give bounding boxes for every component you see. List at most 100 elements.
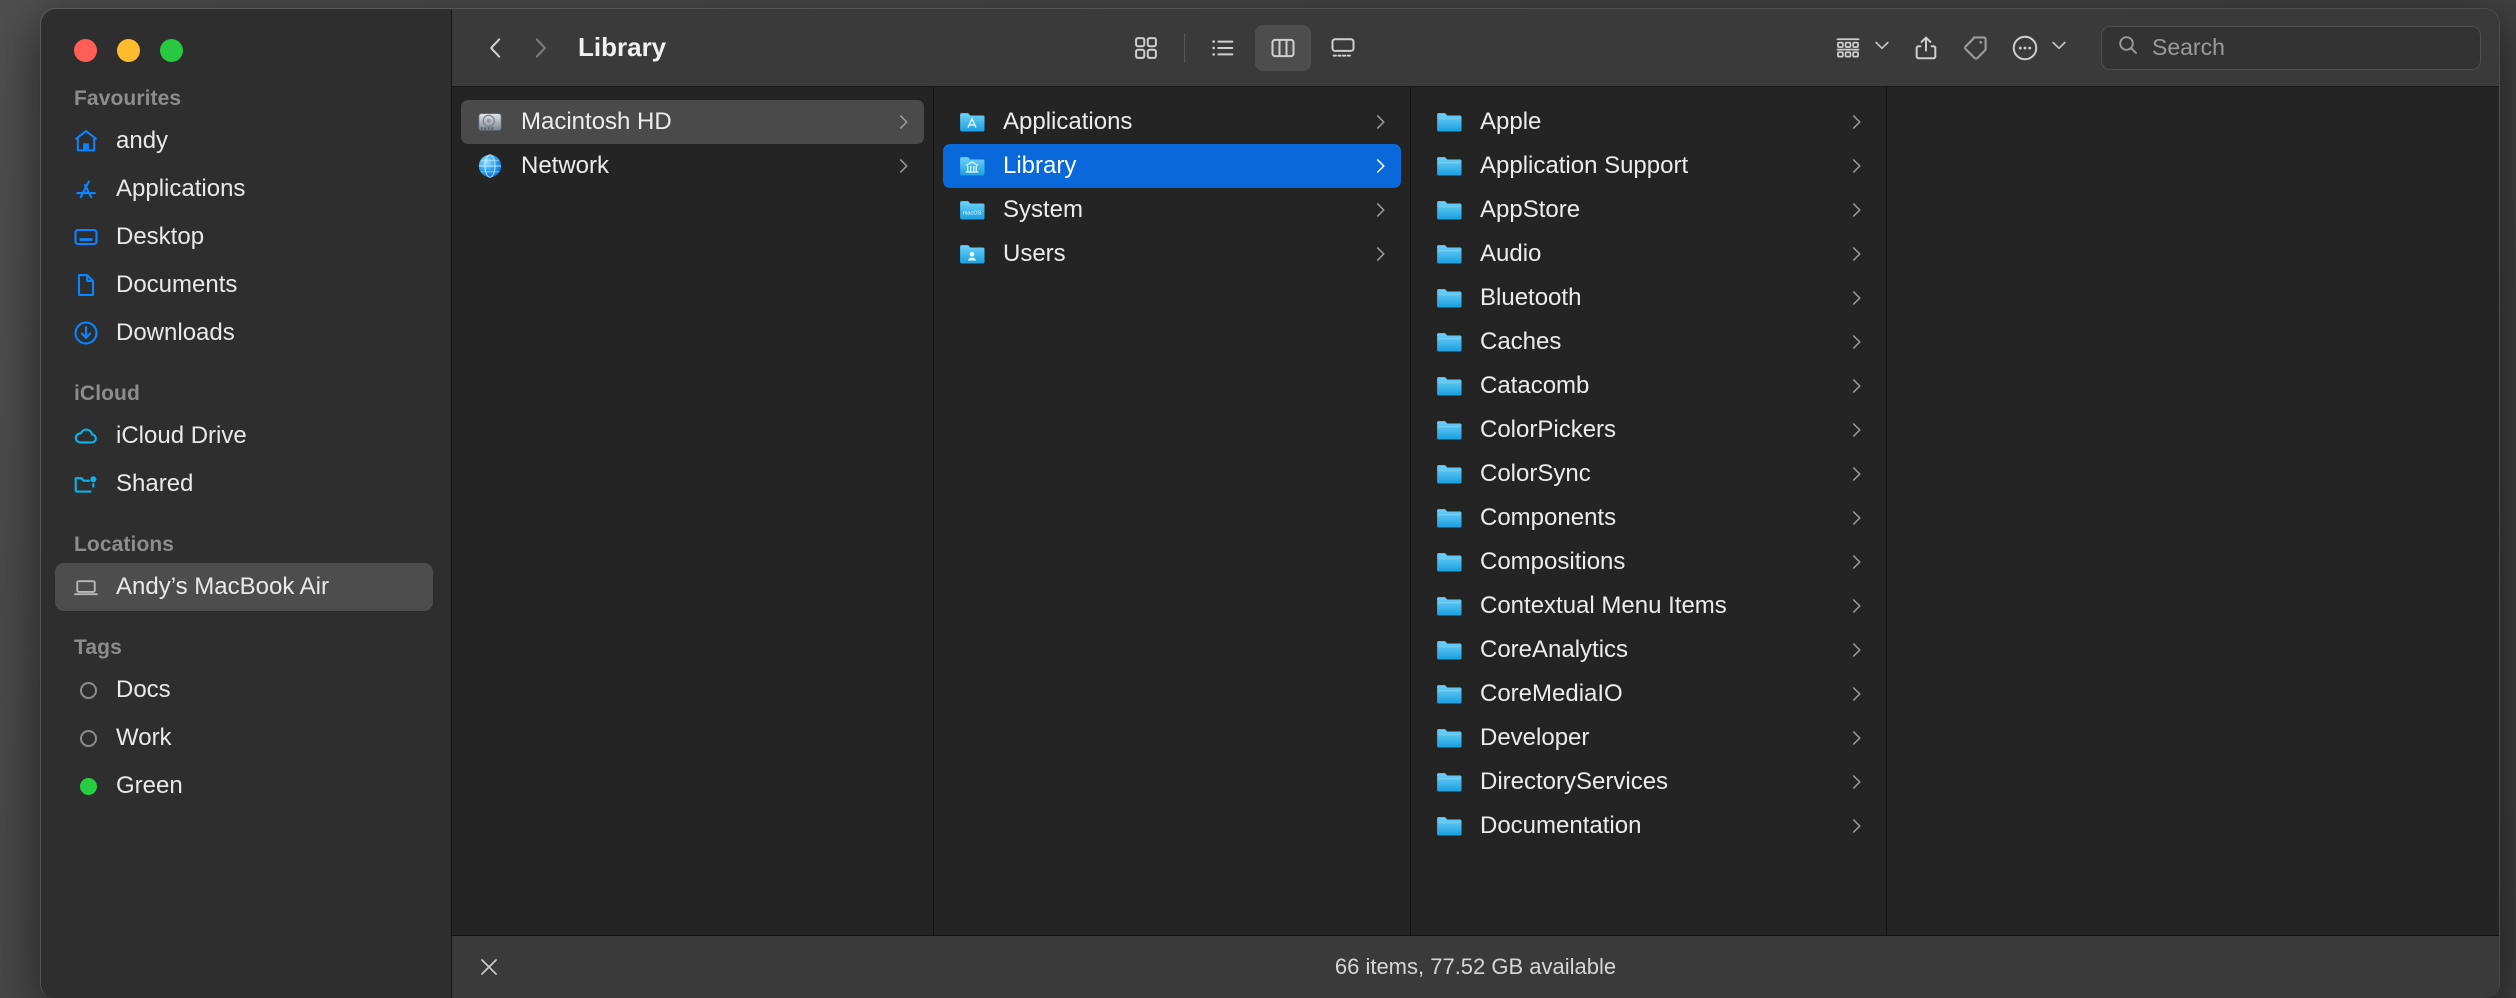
- globe-icon: [475, 151, 505, 181]
- sidebar-item-label: iCloud Drive: [116, 422, 247, 449]
- column-row-label: AppStore: [1480, 196, 1581, 223]
- column-row-label: Bluetooth: [1480, 284, 1582, 311]
- column-view-button[interactable]: [1255, 24, 1312, 71]
- status-bar: 66 items, 77.52 GB available: [452, 936, 2499, 998]
- column-row-audio[interactable]: Audio: [1420, 232, 1877, 276]
- column-row-appstore[interactable]: AppStore: [1420, 188, 1877, 232]
- sidebar-divider-space: [41, 611, 451, 636]
- sidebar-item-label: Shared: [116, 470, 194, 497]
- chevron-right-icon: [1847, 771, 1865, 793]
- column-row-components[interactable]: Components: [1420, 496, 1877, 540]
- chevron-right-icon: [1847, 155, 1865, 177]
- column-row-network[interactable]: Network: [461, 144, 924, 188]
- column-row-label: Documentation: [1480, 812, 1642, 839]
- close-window-button[interactable]: [74, 39, 97, 62]
- column-row-label: CoreMediaIO: [1480, 680, 1623, 707]
- desktop-icon: [72, 223, 100, 251]
- column-row-label: Library: [1003, 152, 1077, 179]
- column-row-coreanalytics[interactable]: CoreAnalytics: [1420, 628, 1877, 672]
- column-row-caches[interactable]: Caches: [1420, 320, 1877, 364]
- column-row-label: Compositions: [1480, 548, 1626, 575]
- add-tags-button[interactable]: [1950, 25, 2000, 71]
- download-icon: [72, 319, 100, 347]
- home-icon: [72, 127, 100, 155]
- column-row-applications[interactable]: Applications: [943, 100, 1401, 144]
- column-row-compositions[interactable]: Compositions: [1420, 540, 1877, 584]
- toolbar-actions: [1823, 25, 2079, 71]
- column-row-catacomb[interactable]: Catacomb: [1420, 364, 1877, 408]
- column-row-label: Audio: [1480, 240, 1542, 267]
- list-view-button[interactable]: [1195, 25, 1251, 71]
- sidebar: Favourites andy Applications Desktop Doc…: [41, 9, 451, 998]
- forward-button[interactable]: [518, 26, 562, 70]
- sidebar-item-andys-macbook-air[interactable]: Andy’s MacBook Air: [55, 563, 433, 611]
- chevron-right-icon: [1847, 507, 1865, 529]
- column-row-contextual-menu-items[interactable]: Contextual Menu Items: [1420, 584, 1877, 628]
- icon-view-button[interactable]: [1118, 25, 1174, 71]
- zoom-window-button[interactable]: [160, 39, 183, 62]
- column-row-coremediaio[interactable]: CoreMediaIO: [1420, 672, 1877, 716]
- column-row-library[interactable]: Library: [943, 144, 1401, 188]
- sidebar-item-documents[interactable]: Documents: [55, 261, 433, 309]
- more-actions-button[interactable]: [2000, 25, 2079, 71]
- chevron-right-icon: [1847, 727, 1865, 749]
- sidebar-item-label: Downloads: [116, 319, 235, 346]
- column-row-documentation[interactable]: Documentation: [1420, 804, 1877, 848]
- sidebar-item-desktop[interactable]: Desktop: [55, 213, 433, 261]
- sidebar-item-shared[interactable]: Shared: [55, 460, 433, 508]
- status-text: 66 items, 77.52 GB available: [1334, 954, 1617, 979]
- column-row-label: Macintosh HD: [521, 108, 672, 135]
- finder-window: Favourites andy Applications Desktop Doc…: [40, 8, 2500, 998]
- gallery-view-button[interactable]: [1315, 25, 1371, 71]
- column-row-label: Network: [521, 152, 610, 179]
- folder-icon: [1434, 107, 1464, 137]
- chevron-right-icon: [1847, 551, 1865, 573]
- column-row-label: Applications: [1003, 108, 1133, 135]
- folder-system-icon: macOS: [957, 195, 987, 225]
- column-row-label: Developer: [1480, 724, 1590, 751]
- column-row-label: Apple: [1480, 108, 1542, 135]
- view-mode-group: [1118, 24, 1371, 71]
- chevron-right-icon: [1847, 683, 1865, 705]
- folder-icon: [1434, 371, 1464, 401]
- column-row-directoryservices[interactable]: DirectoryServices: [1420, 760, 1877, 804]
- close-path-bar-button[interactable]: [476, 954, 502, 980]
- sidebar-item-tag-work[interactable]: Work: [55, 714, 433, 762]
- column-row-developer[interactable]: Developer: [1420, 716, 1877, 760]
- search-placeholder: Search: [2152, 34, 2225, 60]
- folder-icon: [1434, 811, 1464, 841]
- column-row-label: Catacomb: [1480, 372, 1590, 399]
- back-button[interactable]: [474, 26, 518, 70]
- sidebar-item-label: andy: [116, 127, 169, 154]
- folder-icon: [1434, 239, 1464, 269]
- chevron-right-icon: [1847, 331, 1865, 353]
- share-button[interactable]: [1902, 25, 1950, 71]
- folder-apps-icon: [957, 107, 987, 137]
- sidebar-item-downloads[interactable]: Downloads: [55, 309, 433, 357]
- column-row-colorpickers[interactable]: ColorPickers: [1420, 408, 1877, 452]
- column-macintosh-hd: Applications Library macOS System Users: [934, 87, 1411, 935]
- sidebar-item-tag-green[interactable]: Green: [55, 762, 433, 810]
- column-row-application-support[interactable]: Application Support: [1420, 144, 1877, 188]
- sidebar-item-andy[interactable]: andy: [55, 117, 433, 165]
- column-row-colorsync[interactable]: ColorSync: [1420, 452, 1877, 496]
- sidebar-item-label: Green: [116, 772, 183, 799]
- sidebar-item-icloud-drive[interactable]: iCloud Drive: [55, 412, 433, 460]
- minimize-window-button[interactable]: [117, 39, 140, 62]
- column-row-users[interactable]: Users: [943, 232, 1401, 276]
- sidebar-item-applications[interactable]: Applications: [55, 165, 433, 213]
- column-row-apple[interactable]: Apple: [1420, 100, 1877, 144]
- sidebar-item-tag-docs[interactable]: Docs: [55, 666, 433, 714]
- group-by-button[interactable]: [1823, 25, 1902, 71]
- search-input[interactable]: Search: [2101, 25, 2481, 70]
- column-row-label: Application Support: [1480, 152, 1689, 179]
- folder-icon: [1434, 723, 1464, 753]
- column-row-macintosh-hd[interactable]: Macintosh HD: [461, 100, 924, 144]
- column-row-bluetooth[interactable]: Bluetooth: [1420, 276, 1877, 320]
- tag-dot-icon: [72, 676, 100, 704]
- column-row-label: Caches: [1480, 328, 1562, 355]
- sidebar-section-icloud-header: iCloud: [74, 382, 140, 405]
- document-icon: [72, 271, 100, 299]
- column-row-system[interactable]: macOS System: [943, 188, 1401, 232]
- folder-icon: [1434, 503, 1464, 533]
